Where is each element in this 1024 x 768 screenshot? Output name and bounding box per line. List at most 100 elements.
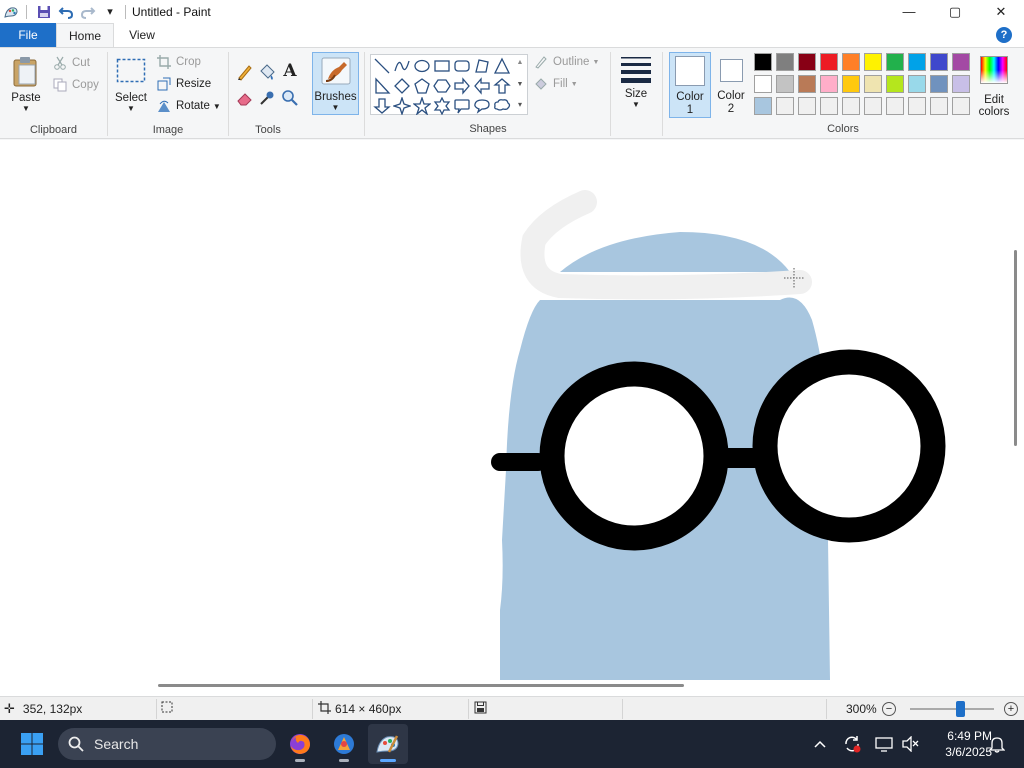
rounded-callout-shape-icon[interactable] — [453, 97, 471, 115]
palette-swatch[interactable] — [820, 53, 838, 71]
palette-swatch[interactable] — [930, 53, 948, 71]
expand-gallery-icon[interactable]: ▾ — [514, 98, 526, 110]
drawing-canvas[interactable] — [0, 140, 1014, 680]
palette-swatch[interactable] — [952, 53, 970, 71]
palette-swatch[interactable] — [798, 53, 816, 71]
magnifier-icon[interactable] — [280, 88, 300, 108]
tab-file[interactable]: File — [0, 23, 56, 47]
close-button[interactable]: ✕ — [978, 0, 1024, 23]
five-point-star-shape-icon[interactable] — [413, 97, 431, 115]
horizontal-scrollbar[interactable] — [158, 684, 684, 687]
redo-icon[interactable] — [77, 0, 99, 23]
palette-swatch[interactable] — [820, 97, 838, 115]
zoom-slider-track[interactable] — [910, 708, 994, 710]
vertical-scrollbar[interactable] — [1014, 250, 1017, 446]
customize-qa-dropdown[interactable]: ▾ — [99, 0, 121, 23]
tab-view[interactable]: View — [118, 23, 166, 47]
help-icon[interactable]: ? — [996, 27, 1012, 43]
right-triangle-shape-icon[interactable] — [373, 77, 391, 95]
eraser-icon[interactable] — [235, 88, 255, 108]
palette-swatch[interactable] — [798, 97, 816, 115]
palette-swatch[interactable] — [776, 75, 794, 93]
text-tool-icon[interactable]: A — [280, 61, 300, 81]
taskbar-paint[interactable] — [368, 724, 408, 764]
color1-button[interactable]: Color 1 — [669, 52, 711, 118]
color2-button[interactable]: Color 2 — [713, 52, 749, 118]
network-icon[interactable] — [872, 720, 896, 768]
outline-button[interactable]: Outline ▼ — [533, 53, 599, 71]
chevron-up-icon[interactable]: ▲ — [514, 56, 526, 68]
maximize-button[interactable]: ▢ — [932, 0, 978, 23]
rectangle-shape-icon[interactable] — [433, 57, 451, 75]
zoom-slider-thumb[interactable] — [956, 701, 965, 717]
cloud-callout-shape-icon[interactable] — [493, 97, 511, 115]
brushes-button[interactable]: Brushes ▼ — [312, 52, 359, 115]
down-arrow-shape-icon[interactable] — [373, 97, 391, 115]
copy-button[interactable]: Copy — [52, 76, 99, 94]
resize-button[interactable]: Resize — [156, 75, 211, 93]
triangle-shape-icon[interactable] — [493, 57, 511, 75]
curve-shape-icon[interactable] — [393, 57, 411, 75]
palette-swatch[interactable] — [864, 97, 882, 115]
oval-shape-icon[interactable] — [413, 57, 431, 75]
pencil-icon[interactable] — [235, 62, 255, 82]
palette-swatch[interactable] — [842, 53, 860, 71]
system-clock[interactable]: 6:49 PM 3/6/2025 — [922, 728, 992, 760]
fill-button[interactable]: Fill ▼ — [533, 75, 578, 93]
pentagon-shape-icon[interactable] — [413, 77, 431, 95]
palette-swatch[interactable] — [776, 97, 794, 115]
palette-swatch[interactable] — [754, 97, 772, 115]
start-button[interactable] — [12, 724, 52, 764]
hexagon-shape-icon[interactable] — [433, 77, 451, 95]
taskbar-firefox[interactable] — [280, 724, 320, 764]
rounded-rectangle-shape-icon[interactable] — [453, 57, 471, 75]
palette-swatch[interactable] — [886, 75, 904, 93]
line-shape-icon[interactable] — [373, 57, 391, 75]
chevron-up-icon[interactable] — [808, 720, 832, 768]
chevron-down-icon[interactable]: ▼ — [514, 78, 526, 90]
palette-swatch[interactable] — [842, 97, 860, 115]
palette-swatch[interactable] — [864, 53, 882, 71]
up-arrow-shape-icon[interactable] — [493, 77, 511, 95]
size-button[interactable]: Size ▼ — [616, 52, 656, 116]
tab-home[interactable]: Home — [56, 23, 114, 47]
palette-swatch[interactable] — [820, 75, 838, 93]
palette-swatch[interactable] — [952, 97, 970, 115]
cut-button[interactable]: Cut — [52, 54, 90, 72]
palette-swatch[interactable] — [754, 53, 772, 71]
notification-bell-icon[interactable] — [984, 720, 1010, 768]
left-arrow-shape-icon[interactable] — [473, 77, 491, 95]
fill-bucket-icon[interactable] — [257, 62, 277, 82]
palette-swatch[interactable] — [908, 97, 926, 115]
paste-button[interactable]: Paste ▼ — [6, 54, 46, 116]
palette-swatch[interactable] — [930, 97, 948, 115]
polygon-shape-icon[interactable] — [473, 57, 491, 75]
six-point-star-shape-icon[interactable] — [433, 97, 451, 115]
palette-swatch[interactable] — [842, 75, 860, 93]
four-point-star-shape-icon[interactable] — [393, 97, 411, 115]
select-button[interactable]: Select ▼ — [112, 54, 150, 116]
edit-colors-button[interactable]: Edit colors — [975, 52, 1013, 118]
zoom-out-button[interactable]: − — [882, 702, 896, 716]
sync-icon[interactable] — [840, 720, 864, 768]
save-icon[interactable] — [33, 0, 55, 23]
palette-swatch[interactable] — [886, 53, 904, 71]
canvas-area[interactable] — [0, 140, 1024, 696]
diamond-shape-icon[interactable] — [393, 77, 411, 95]
color-picker-icon[interactable] — [257, 88, 277, 108]
palette-swatch[interactable] — [864, 75, 882, 93]
rotate-button[interactable]: Rotate ▼ — [156, 97, 221, 115]
oval-callout-shape-icon[interactable] — [473, 97, 491, 115]
undo-icon[interactable] — [55, 0, 77, 23]
minimize-button[interactable]: — — [886, 0, 932, 23]
palette-swatch[interactable] — [908, 53, 926, 71]
right-arrow-shape-icon[interactable] — [453, 77, 471, 95]
palette-swatch[interactable] — [908, 75, 926, 93]
taskbar-search[interactable]: Search — [58, 728, 276, 760]
palette-swatch[interactable] — [886, 97, 904, 115]
speaker-muted-icon[interactable] — [898, 720, 922, 768]
palette-swatch[interactable] — [930, 75, 948, 93]
zoom-in-button[interactable]: + — [1004, 702, 1018, 716]
palette-swatch[interactable] — [754, 75, 772, 93]
palette-swatch[interactable] — [952, 75, 970, 93]
